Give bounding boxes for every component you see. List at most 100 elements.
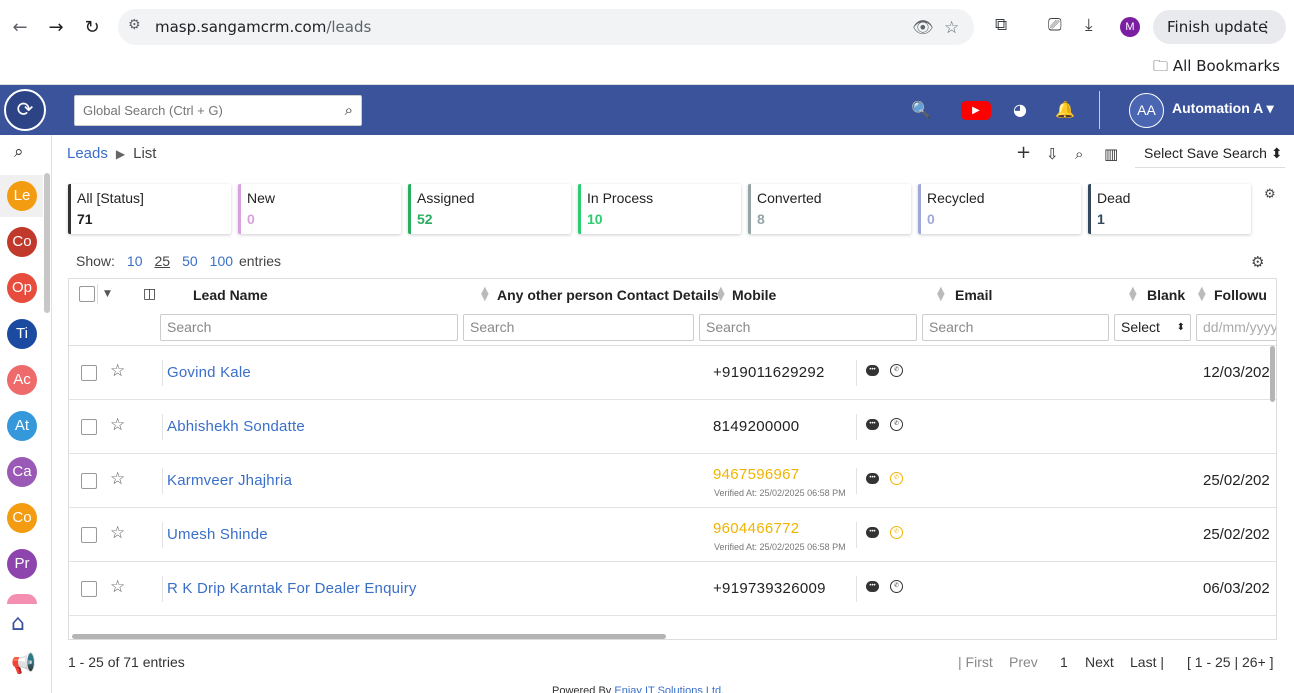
address-bar[interactable]: ⚙ masp.sangamcrm.com/leads 👁 ☆ [118,9,974,45]
lead-name-link[interactable]: Abhishekh Sondatte [167,418,305,435]
table-row[interactable]: ☆ Abhishekh Sondatte 8149200000 ••• ✆ [69,400,1276,454]
search-icon[interactable]: ⌕ [345,101,353,119]
bell-icon[interactable]: 🔔 [1055,100,1075,119]
youtube-icon[interactable]: ▶ [961,101,991,120]
whatsapp-icon[interactable]: ✆ [890,364,903,377]
col-mobile[interactable]: Mobile [732,287,776,303]
lead-name-link[interactable]: Umesh Shinde [167,526,268,543]
sort-icon[interactable]: ▲ ▼ [937,286,945,303]
sms-icon[interactable]: ••• [866,419,879,430]
user-menu[interactable]: Automation A ▾ [1172,100,1274,117]
row-checkbox[interactable] [81,419,97,435]
sms-icon[interactable]: ••• [866,581,879,592]
table-vertical-scrollbar[interactable] [1270,346,1275,402]
status-card[interactable]: In Process 10 [578,184,741,234]
pager-next[interactable]: Next [1085,654,1114,670]
status-card[interactable]: Dead 1 [1088,184,1251,234]
star-icon[interactable]: ☆ [110,577,125,597]
sidebar-item-at[interactable]: At [7,411,37,441]
filter-search-icon[interactable]: ⌕ [1075,145,1083,163]
global-search-input[interactable] [75,96,325,125]
star-icon[interactable]: ☆ [110,415,125,435]
mobile-number[interactable]: +919011629292 [713,364,825,381]
pager-first[interactable]: | First [958,654,993,670]
mobile-number[interactable]: 9604466772 [713,520,799,537]
select-all-checkbox[interactable] [79,286,95,302]
star-icon[interactable]: ☆ [110,523,125,543]
show-option-10[interactable]: 10 [127,253,143,269]
sms-icon[interactable]: ••• [866,365,879,376]
app-logo-icon[interactable]: ⟳ [4,89,46,131]
col-other-contact[interactable]: Any other person Contact Details [497,287,719,303]
table-row[interactable]: ☆ Umesh Shinde 9604466772 Verified At: 25/0… [69,508,1276,562]
col-blank[interactable]: Blank [1147,287,1185,303]
col-email[interactable]: Email [955,287,992,303]
home-icon[interactable]: ⌂ [11,611,25,636]
filter-mobile-input[interactable]: Search [699,314,917,341]
col-lead-name[interactable]: Lead Name [193,287,268,303]
row-checkbox[interactable] [81,365,97,381]
sidebar-item-co[interactable]: Co [7,227,37,257]
powered-company-link[interactable]: Enjay IT Solutions Ltd. [614,685,724,693]
whatsapp-icon[interactable]: ✆ [890,472,903,485]
sort-icon[interactable]: ▲ ▼ [717,286,725,303]
all-bookmarks-button[interactable]: 🗀 All Bookmarks [1153,56,1280,81]
bulk-action-caret-icon[interactable]: ▼ [97,284,117,304]
pager-last[interactable]: Last | [1130,654,1164,670]
sidebar-item-partial[interactable] [7,594,37,604]
col-followup[interactable]: Followu [1214,287,1267,303]
whatsapp-icon[interactable]: ✆ [890,580,903,593]
profile-avatar[interactable]: M [1120,17,1140,37]
filter-blank-select[interactable]: Select ⬍ [1114,314,1191,341]
eye-icon[interactable]: 👁 [912,18,934,38]
sidebar-item-ac[interactable]: Ac [7,365,37,395]
global-search[interactable]: ⌕ [74,95,362,126]
row-checkbox[interactable] [81,581,97,597]
table-row[interactable]: ☆ Govind Kale +919011629292 ••• ✆ 12/03/202 [69,346,1276,400]
filter-followup-date-input[interactable]: dd/mm/yyyy [1196,314,1276,341]
show-option-100[interactable]: 100 [210,253,233,269]
show-option-25[interactable]: 25 [155,253,171,269]
row-checkbox[interactable] [81,473,97,489]
sidebar-item-op[interactable]: Op [7,273,37,303]
globe-icon[interactable]: ◕ [1013,100,1027,119]
status-card[interactable]: All [Status] 71 [68,184,231,234]
sidebar-scrollbar[interactable] [44,173,50,313]
download-icon[interactable]: ⤓ [1085,15,1093,35]
status-settings-icon[interactable]: ⚙ [1264,187,1276,202]
filter-email-input[interactable]: Search [922,314,1109,341]
add-icon[interactable]: + [1016,142,1031,163]
filter-lead-name-input[interactable]: Search [160,314,458,341]
status-card[interactable]: Recycled 0 [918,184,1081,234]
show-option-50[interactable]: 50 [182,253,198,269]
status-card[interactable]: New 0 [238,184,401,234]
finish-update-button[interactable]: Finish update ⋮ [1153,10,1286,44]
sidebar-item-pr[interactable]: Pr [7,549,37,579]
sms-icon[interactable]: ••• [866,473,879,484]
breadcrumb-leads-link[interactable]: Leads [67,145,108,162]
search-document-icon[interactable]: 🔍 [911,100,931,119]
table-row[interactable]: ☆ R K Drip Karntak For Dealer Enquiry +919… [69,562,1276,616]
sidebar-item-co[interactable]: Co [7,503,37,533]
status-card[interactable]: Converted 8 [748,184,911,234]
bookmark-star-icon[interactable]: ☆ [944,18,959,38]
pager-prev[interactable]: Prev [1009,654,1038,670]
site-settings-icon[interactable]: ⚙ [128,17,148,37]
sort-icon[interactable]: ▲ ▼ [481,286,489,303]
columns-icon[interactable]: ◫ [143,286,156,302]
save-search-select[interactable]: Select Save Search ⬍ [1135,142,1285,168]
mobile-number[interactable]: 8149200000 [713,418,799,435]
sort-icon[interactable]: ▲ ▼ [1198,286,1206,303]
report-chart-icon[interactable]: ▥ [1104,145,1118,163]
import-icon[interactable]: ⇩ [1046,145,1059,163]
sort-icon[interactable]: ▲ ▼ [1129,286,1137,303]
reload-icon[interactable]: ↻ [80,15,104,39]
filter-other-contact-input[interactable]: Search [463,314,694,341]
lead-name-link[interactable]: Govind Kale [167,364,251,381]
lead-name-link[interactable]: Karmveer Jhajhria [167,472,292,489]
lead-name-link[interactable]: R K Drip Karntak For Dealer Enquiry [167,580,417,597]
mobile-number[interactable]: 9467596967 [713,466,799,483]
star-icon[interactable]: ☆ [110,469,125,489]
forward-icon[interactable]: → [44,15,68,39]
table-settings-icon[interactable]: ⚙ [1251,253,1264,271]
